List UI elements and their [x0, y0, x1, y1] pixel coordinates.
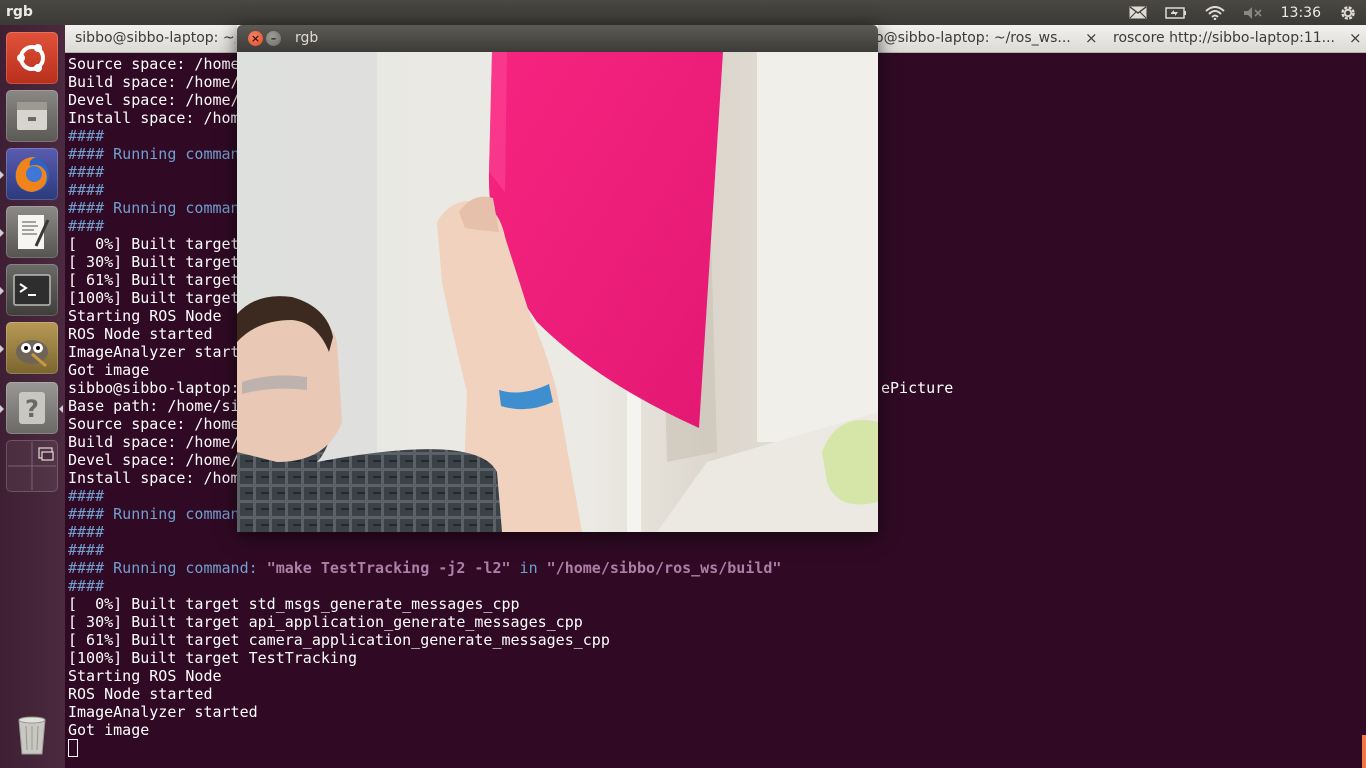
firefox-icon[interactable] [6, 148, 58, 200]
terminal-text: Base path: /home/si [68, 397, 240, 415]
terminal-line: #### Running command: "make TestTracking… [68, 559, 781, 577]
terminal-line: [ 0%] Built target std_msgs_generate_mes… [68, 595, 781, 613]
rgb-window-title: rgb [295, 30, 319, 46]
terminal-hash-text: #### [68, 181, 105, 199]
text-editor-icon[interactable] [6, 206, 58, 258]
scroll-position-marker[interactable] [1362, 735, 1366, 768]
terminal-path-string: "/home/sibbo/ros_ws/build" [546, 559, 782, 577]
terminal-cursor[interactable] [68, 739, 78, 757]
terminal-text: [ 61%] Built target camera_application_g… [68, 631, 610, 649]
terminal-text: Got image [68, 721, 150, 739]
wifi-icon[interactable] [1204, 5, 1225, 20]
terminal-hash-text: #### Running comman [68, 145, 240, 163]
help-icon[interactable]: ? [6, 382, 58, 434]
terminal-text: ImageAnalyzer started [68, 703, 258, 721]
active-app-title: rgb [6, 4, 33, 20]
terminal-hash-text: #### [68, 487, 105, 505]
terminal-text: Starting ROS Node [68, 667, 222, 685]
terminal-text: [100%] Built target TestTracking [68, 649, 357, 667]
terminal-line: Got image [68, 721, 781, 739]
tab-terminal-2[interactable]: o@sibbo-laptop: ~/ros_ws... [875, 25, 1075, 52]
terminal-hash-text: in [510, 559, 547, 577]
terminal-line: [100%] Built target TestTracking [68, 649, 781, 667]
terminal-line: ImageAnalyzer started [68, 703, 781, 721]
terminal-text: Install space: /hom [68, 109, 240, 127]
files-icon[interactable] [6, 90, 58, 142]
workspace-switcher-icon[interactable] [6, 440, 58, 492]
terminal-hash-text: #### [68, 577, 105, 595]
terminal-hash-text: #### [68, 127, 105, 145]
top-panel: rgb 13:36 [0, 0, 1366, 25]
ubuntu-dash-icon[interactable] [6, 32, 58, 84]
terminal-line: ROS Node started [68, 685, 781, 703]
rgb-window[interactable]: × – rgb [237, 25, 878, 532]
terminal-icon[interactable] [6, 264, 58, 316]
terminal-text: ROS Node started [68, 685, 213, 703]
terminal-hash-text: #### Running comman [68, 505, 240, 523]
terminal-text: [100%] Built target [68, 289, 240, 307]
focused-indicator [59, 405, 63, 413]
clock[interactable]: 13:36 [1281, 5, 1321, 21]
running-indicator [0, 229, 4, 237]
launcher: ? [0, 25, 66, 768]
terminal-text: Devel space: /home/ [68, 91, 240, 109]
terminal-hash-text: #### Running command: [68, 559, 267, 577]
running-indicator [0, 405, 4, 413]
tab-terminal-1[interactable]: sibbo@sibbo-laptop: ~/ [75, 25, 235, 52]
indicator-tray: 13:36 [1120, 0, 1366, 25]
svg-text:?: ? [25, 395, 39, 423]
terminal-text: Source space: /home [68, 55, 240, 73]
terminal-text: [ 30%] Built target [68, 253, 240, 271]
terminal-line: [ 61%] Built target camera_application_g… [68, 631, 781, 649]
running-indicator [0, 345, 4, 353]
tab-close-icon[interactable]: × [1085, 25, 1098, 52]
close-icon[interactable]: × [248, 31, 263, 46]
mail-icon[interactable] [1129, 6, 1147, 19]
battery-icon[interactable] [1164, 6, 1187, 19]
trash-icon[interactable] [6, 708, 58, 760]
terminal-text: Build space: /home/ [68, 73, 240, 91]
terminal-text: Install space: /hom [68, 469, 240, 487]
terminal-hash-text: #### [68, 541, 105, 559]
terminal-text: sibbo@sibbo-laptop: [68, 379, 240, 397]
terminal-line: Starting ROS Node [68, 667, 781, 685]
running-indicator [0, 287, 4, 295]
terminal-hash-text: #### [68, 163, 105, 181]
terminal-text: [ 0%] Built target [68, 235, 240, 253]
terminal-text: Devel space: /home/ [68, 451, 240, 469]
terminal-text: Starting ROS Node [68, 307, 222, 325]
running-indicator [0, 171, 4, 179]
terminal-line: #### [68, 541, 781, 559]
camera-image [237, 52, 878, 532]
terminal-text: [ 61%] Built target [68, 271, 240, 289]
terminal-text: ImageAnalyzer start [68, 343, 240, 361]
gimp-icon[interactable] [6, 322, 58, 374]
terminal-text-tail: ePicture [881, 379, 954, 397]
system-gear-icon[interactable] [1339, 4, 1357, 22]
terminal-command-string: "make TestTracking -j2 -l2" [266, 559, 511, 577]
terminal-text: [ 30%] Built target api_application_gene… [68, 613, 583, 631]
terminal-line: #### [68, 577, 781, 595]
terminal-hash-text: #### [68, 217, 105, 235]
terminal-line: [ 30%] Built target api_application_gene… [68, 613, 781, 631]
tab-close-icon[interactable]: × [1349, 25, 1362, 52]
terminal-text: [ 0%] Built target std_msgs_generate_mes… [68, 595, 520, 613]
webcam-frame-image [237, 52, 878, 532]
terminal-text: Got image [68, 361, 150, 379]
terminal-hash-text: #### Running comman [68, 199, 240, 217]
volume-muted-icon[interactable] [1243, 6, 1263, 20]
terminal-text: Source space: /home [68, 415, 240, 433]
terminal-text: Build space: /home/ [68, 433, 240, 451]
tab-roscore[interactable]: roscore http://sibbo-laptop:11... [1113, 25, 1341, 52]
rgb-titlebar[interactable]: × – rgb [237, 25, 878, 52]
terminal-hash-text: #### [68, 523, 105, 541]
terminal-text: ROS Node started [68, 325, 213, 343]
minimize-icon[interactable]: – [266, 31, 281, 46]
